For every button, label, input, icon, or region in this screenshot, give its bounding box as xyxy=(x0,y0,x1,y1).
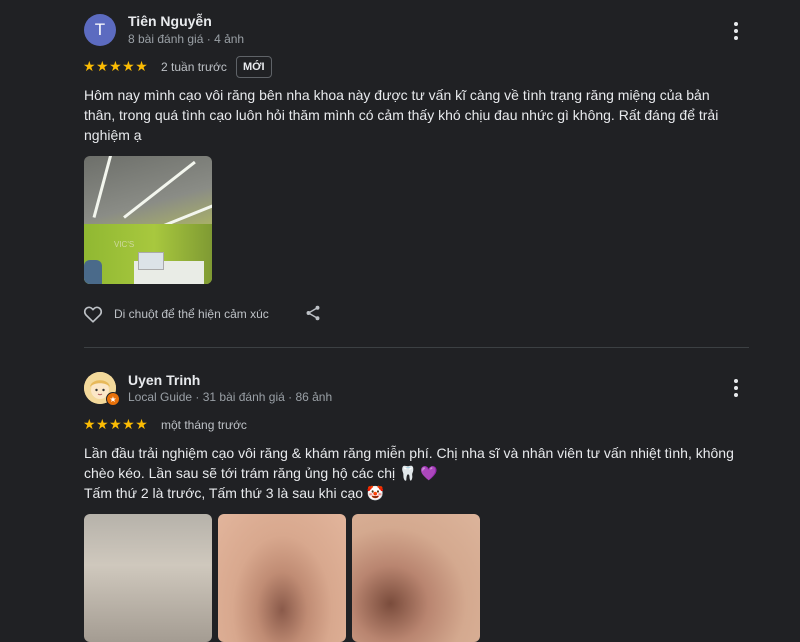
reviewer-name[interactable]: Tiên Nguyễn xyxy=(128,13,212,29)
review-photo[interactable]: VIC'S xyxy=(84,156,212,284)
review-date: một tháng trước xyxy=(161,418,247,432)
local-guide-badge-icon: ★ xyxy=(106,392,120,406)
reviewer-meta: Local Guide · 31 bài đánh giá · 86 ảnh xyxy=(128,390,333,404)
star-rating: ★★★★★ xyxy=(83,416,149,432)
review-text: Lần đầu trải nghiệm cạo vôi răng & khám … xyxy=(84,445,734,501)
reaction-hint: Di chuột để thể hiện cảm xúc xyxy=(114,307,269,321)
review-photo[interactable] xyxy=(352,514,480,642)
share-icon[interactable] xyxy=(304,304,322,322)
more-options-button[interactable] xyxy=(728,20,744,42)
reviewer-avatar[interactable]: T xyxy=(84,14,116,46)
reaction-bar: Di chuột để thể hiện cảm xúc xyxy=(82,302,269,326)
more-options-button[interactable] xyxy=(728,377,744,399)
review-text: Hôm nay mình cạo vôi răng bên nha khoa n… xyxy=(84,87,719,143)
reviewer-avatar[interactable]: ★ xyxy=(84,372,120,406)
review-photo[interactable] xyxy=(84,514,212,642)
heart-outline-icon[interactable] xyxy=(82,303,104,325)
reviewer-name[interactable]: Uyen Trinh xyxy=(128,372,200,388)
new-badge: MỚI xyxy=(236,56,272,78)
reviewer-meta: 8 bài đánh giá · 4 ảnh xyxy=(128,32,245,46)
review-divider xyxy=(84,347,749,348)
star-rating: ★★★★★ xyxy=(83,58,149,74)
review-date: 2 tuần trước xyxy=(161,60,227,74)
more-vert-icon xyxy=(734,379,738,383)
review-photo[interactable] xyxy=(218,514,346,642)
more-vert-icon xyxy=(734,22,738,26)
